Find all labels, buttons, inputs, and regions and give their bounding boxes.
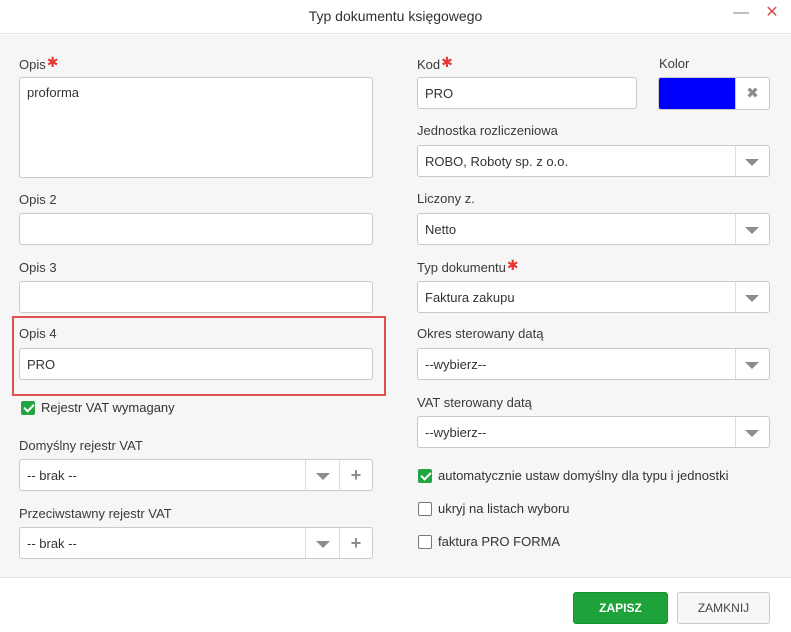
add-icon[interactable]: +	[349, 533, 363, 553]
chevron-down-icon[interactable]	[745, 295, 759, 302]
liczony-label: Liczony z.	[417, 191, 475, 206]
domyslny-rejestr-select[interactable]: -- brak -- +	[19, 459, 373, 491]
dialog-titlebar: Typ dokumentu księgowego — ✕	[0, 0, 791, 34]
liczony-value: Netto	[425, 222, 457, 237]
vat-sterowany-value: --wybierz--	[425, 425, 487, 440]
chevron-down-icon[interactable]	[316, 541, 330, 548]
vat-sterowany-select[interactable]: --wybierz--	[417, 416, 770, 448]
close-icon[interactable]: ✕	[763, 4, 781, 24]
color-swatch[interactable]	[658, 77, 736, 110]
kod-label: Kod✱	[417, 54, 453, 72]
close-button[interactable]: ZAMKNIJ	[677, 592, 770, 624]
chevron-down-icon[interactable]	[745, 362, 759, 369]
vat-sterowany-label: VAT sterowany datą	[417, 395, 532, 410]
domyslny-rejestr-value: -- brak --	[27, 468, 77, 483]
przeciwstawny-rejestr-value: -- brak --	[27, 536, 77, 551]
ukryj-checkbox[interactable]	[418, 502, 432, 516]
jednostka-value: ROBO, Roboty sp. z o.o.	[425, 154, 569, 169]
ukryj-label: ukryj na listach wyboru	[438, 501, 570, 516]
required-mark: ✱	[441, 54, 453, 70]
dialog-footer	[0, 577, 791, 632]
opis3-label: Opis 3	[19, 260, 57, 275]
opis-textarea[interactable]: proforma	[19, 77, 373, 178]
auto-domyslny-checkbox[interactable]	[418, 469, 432, 483]
chevron-down-icon[interactable]	[745, 227, 759, 234]
opis2-input[interactable]	[19, 213, 373, 245]
opis-value: proforma	[27, 85, 80, 100]
typ-dokumentu-select[interactable]: Faktura zakupu	[417, 281, 770, 313]
jednostka-select[interactable]: ROBO, Roboty sp. z o.o.	[417, 145, 770, 177]
rejestr-vat-checkbox[interactable]	[21, 401, 35, 415]
domyslny-rejestr-label: Domyślny rejestr VAT	[19, 438, 143, 453]
typ-dokumentu-value: Faktura zakupu	[425, 290, 515, 305]
faktura-proforma-checkbox[interactable]	[418, 535, 432, 549]
liczony-select[interactable]: Netto	[417, 213, 770, 245]
okres-sterowany-value: --wybierz--	[425, 357, 487, 372]
kod-input[interactable]: PRO	[417, 77, 637, 109]
przeciwstawny-rejestr-select[interactable]: -- brak -- +	[19, 527, 373, 559]
faktura-proforma-label: faktura PRO FORMA	[438, 534, 561, 549]
kod-value: PRO	[425, 86, 454, 101]
clear-color-icon[interactable]: ✖	[735, 77, 770, 110]
dialog-title: Typ dokumentu księgowego	[308, 8, 483, 24]
auto-domyslny-label: automatycznie ustaw domyślny dla typu i …	[438, 468, 729, 483]
opis4-label: Opis 4	[19, 326, 57, 341]
rejestr-vat-label: Rejestr VAT wymagany	[41, 400, 175, 415]
opis2-label: Opis 2	[19, 192, 57, 207]
opis-label: Opis✱	[19, 54, 59, 72]
kolor-label: Kolor	[659, 56, 690, 71]
opis3-input[interactable]	[19, 281, 373, 313]
przeciwstawny-rejestr-label: Przeciwstawny rejestr VAT	[19, 506, 172, 521]
save-button[interactable]: ZAPISZ	[573, 592, 668, 624]
minimize-icon[interactable]: —	[733, 4, 749, 24]
chevron-down-icon[interactable]	[316, 473, 330, 480]
add-icon[interactable]: +	[349, 465, 363, 485]
okres-sterowany-select[interactable]: --wybierz--	[417, 348, 770, 380]
chevron-down-icon[interactable]	[745, 430, 759, 437]
opis4-input[interactable]: PRO	[19, 348, 373, 380]
jednostka-label: Jednostka rozliczeniowa	[417, 123, 558, 138]
okres-sterowany-label: Okres sterowany datą	[417, 326, 544, 341]
required-mark: ✱	[46, 54, 59, 70]
chevron-down-icon[interactable]	[745, 159, 759, 166]
opis4-value: PRO	[27, 357, 56, 372]
required-mark: ✱	[506, 257, 519, 273]
typ-dokumentu-label: Typ dokumentu✱	[417, 257, 519, 275]
